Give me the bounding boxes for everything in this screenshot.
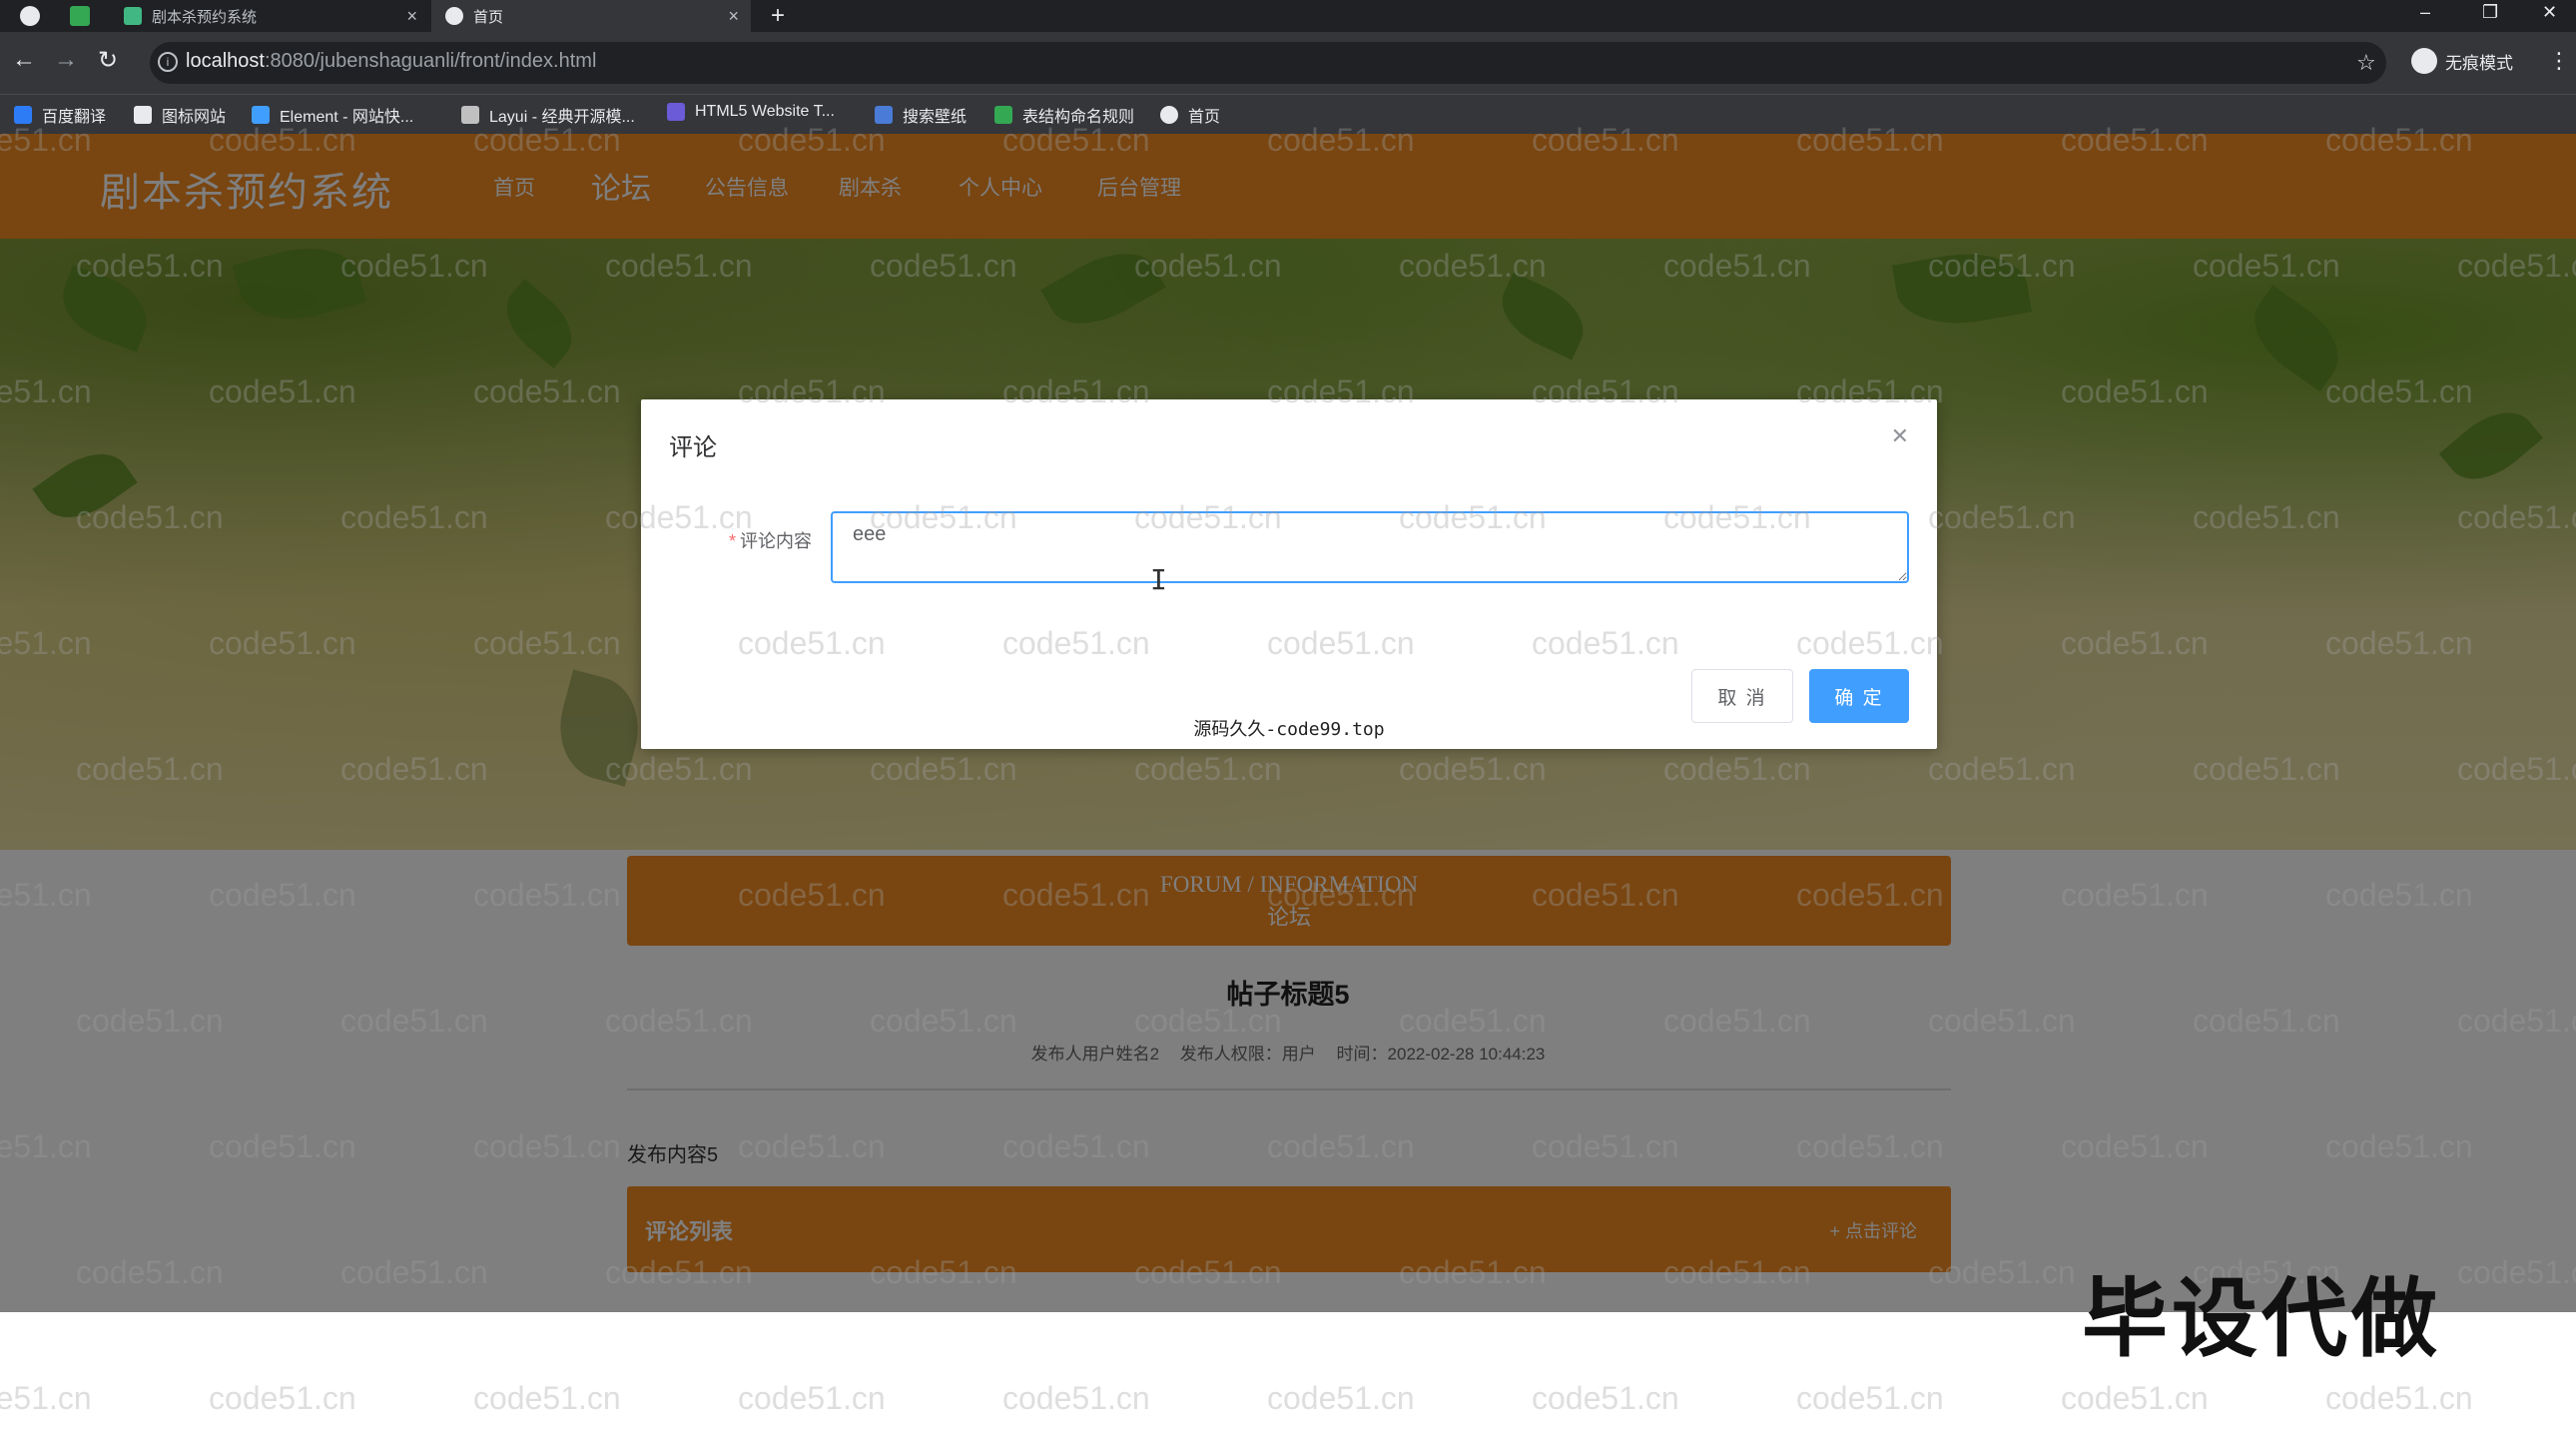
comment-textarea[interactable] [831,511,1909,583]
text-cursor-icon: I [1150,563,1167,596]
bookmark-item[interactable]: 搜索壁纸 [875,103,966,127]
bookmark-item[interactable]: Layui - 经典开源模... [461,103,635,127]
close-tab-icon[interactable]: × [728,6,739,27]
globe-icon [445,7,463,25]
layui-icon [461,106,479,124]
forward-icon[interactable]: → [54,46,78,74]
reload-icon[interactable]: ↻ [98,46,118,75]
element-icon [252,106,270,124]
translate-icon [14,106,32,124]
promo-text: 毕设代做 [2082,1269,2441,1369]
flag-icon [134,106,152,124]
bookmark-item[interactable]: 首页 [1160,103,1220,127]
globe-icon [1160,106,1178,124]
vue-logo-icon [124,7,142,25]
close-tab-icon[interactable]: × [406,6,417,27]
menu-icon[interactable]: ⋮ [2548,48,2570,74]
html5-icon [667,103,685,121]
url-text: localhost:8080/jubenshaguanli/front/inde… [186,50,597,72]
bookmarks-bar: 百度翻译 图标网站 Element - 网站快... Layui - 经典开源模… [0,94,2576,134]
sheet-icon [994,106,1012,124]
source-watermark: 源码久久-code99.top [1193,719,1385,740]
browser-menu-icon[interactable] [20,6,40,26]
bookmark-item[interactable]: 表结构命名规则 [994,103,1134,127]
comment-field-label: * 评论内容 [729,531,813,551]
url-field[interactable]: i localhost:8080/jubenshaguanli/front/in… [150,42,2386,84]
tab-label: 首页 [473,8,504,26]
browser-tab-strip: 剧本杀预约系统 × 首页 × + – ❐ ✕ [0,0,2576,32]
tab-site[interactable]: 剧本杀预约系统 × [110,0,429,32]
incognito-label: 无痕模式 [2445,53,2513,73]
close-icon[interactable]: ✕ [1891,423,1909,449]
bookmark-item[interactable]: HTML5 Website T... [667,103,835,121]
tab-label: 剧本杀预约系统 [152,8,258,26]
tab-home[interactable]: 首页 × [431,0,751,32]
window-close-icon[interactable]: ✕ [2542,2,2557,23]
incognito-indicator[interactable]: 无痕模式 [2411,48,2513,74]
required-marker: * [729,531,737,551]
back-icon[interactable]: ← [12,46,36,74]
wallpaper-icon [875,106,893,124]
bookmark-item[interactable]: 图标网站 [134,103,226,127]
sheets-app-icon[interactable] [70,6,90,26]
bookmark-item[interactable]: Element - 网站快... [252,103,413,127]
bookmark-star-icon[interactable]: ☆ [2356,50,2376,76]
restore-icon[interactable]: ❐ [2482,2,2498,23]
site-info-icon[interactable]: i [158,52,178,72]
new-tab-icon[interactable]: + [771,2,785,30]
minimize-icon[interactable]: – [2420,2,2430,23]
comment-dialog: 评论 ✕ *评论内容 I 取 消 确 定 源码久久-code99.top [641,399,1937,749]
incognito-icon [2411,48,2437,74]
bookmark-item[interactable]: 百度翻译 [14,103,106,127]
dialog-title: 评论 [669,434,717,461]
address-bar-row: ← → ↻ i localhost:8080/jubenshaguanli/fr… [0,32,2576,94]
